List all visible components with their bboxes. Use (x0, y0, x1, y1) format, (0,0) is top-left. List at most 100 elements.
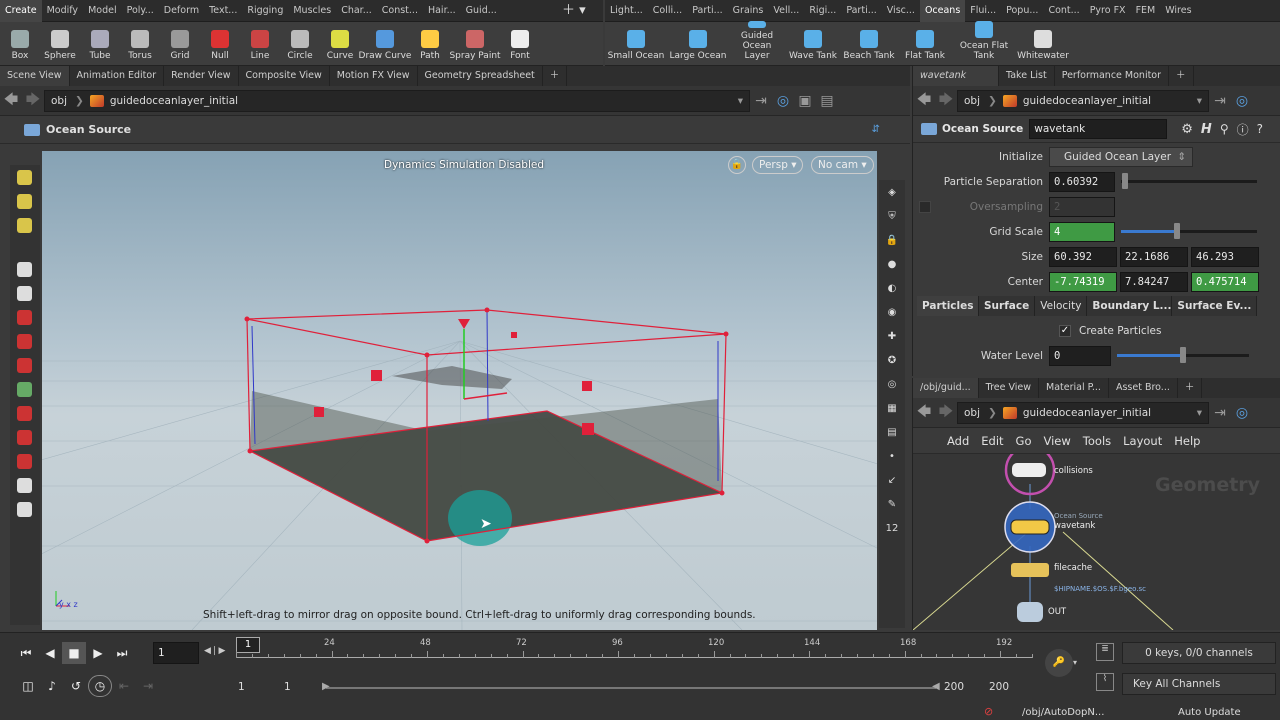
param-forward-icon[interactable]: 🡆 (935, 89, 957, 113)
param-tab[interactable]: wavetank (913, 66, 999, 86)
shelf-tool[interactable]: Large Ocean (667, 21, 729, 65)
shelf-tab-right[interactable]: Vell... (768, 0, 804, 22)
create-particles-checkbox[interactable]: ✓ (1059, 324, 1071, 337)
current-frame-marker[interactable]: 1 (236, 637, 260, 653)
param-tab[interactable]: Performance Monitor (1055, 66, 1170, 86)
info-icon[interactable]: ⓘ (1237, 121, 1249, 138)
shelf-tool[interactable]: Line (240, 21, 280, 65)
shelf-tab-right[interactable]: Parti... (687, 0, 727, 22)
shelf-tab-left[interactable]: Text... (204, 0, 242, 22)
left-tool-icon[interactable] (10, 165, 38, 189)
network-tab[interactable]: Tree View (979, 378, 1040, 398)
left-tool-icon[interactable] (10, 473, 38, 497)
viewer-tab[interactable]: Render View (164, 66, 239, 86)
jump-start-icon[interactable]: ⏮ (14, 642, 38, 664)
node-name-field[interactable]: wavetank (1029, 119, 1168, 139)
shelf-tab-right[interactable]: Flui... (965, 0, 1001, 22)
shelf-tool[interactable]: Whitewater (1015, 21, 1071, 65)
size-x-field[interactable]: 60.392 (1049, 246, 1117, 267)
grid-scale-slider[interactable] (1121, 223, 1257, 239)
particle-sep-slider[interactable] (1121, 173, 1257, 189)
shelf-tab-left[interactable]: Poly... (122, 0, 159, 22)
viewer-tab[interactable]: Scene View (0, 66, 70, 86)
node-wavetank-label[interactable]: wavetank (1054, 521, 1095, 531)
size-z-field[interactable]: 46.293 (1191, 246, 1259, 267)
display-icon[interactable]: ▣ (794, 93, 816, 109)
shelf-tab-right[interactable]: Colli... (648, 0, 687, 22)
help-h-icon[interactable]: H (1201, 122, 1212, 137)
shelf-add-icon[interactable]: ＋ ▾ (562, 0, 602, 22)
shelf-tool[interactable]: Ocean Flat Tank (953, 21, 1015, 65)
param-subtab[interactable]: Velocity (1035, 296, 1088, 316)
handle-options-icon[interactable]: ⇵ (872, 124, 880, 135)
param-path-field[interactable]: obj ❯ guidedoceanlayer_initial ▾ (957, 89, 1209, 112)
display-tool-icon[interactable]: ◉ (879, 300, 905, 324)
left-tool-icon[interactable] (10, 401, 38, 425)
node-collisions-label[interactable]: collisions (1054, 466, 1093, 476)
shelf-tab-left[interactable]: Hair... (423, 0, 461, 22)
viewport-3d[interactable]: Dynamics Simulation Disabled 🔒 Persp ▾ N… (42, 151, 877, 630)
left-tool-icon[interactable] (10, 377, 38, 401)
left-tool-icon[interactable] (10, 497, 38, 521)
next-key-icon[interactable]: ⇥ (136, 675, 160, 697)
net-pin-icon[interactable]: ⇥ (1209, 405, 1231, 421)
grid-scale-field[interactable]: 4 (1049, 221, 1115, 242)
shelf-tab-right[interactable]: Grains (728, 0, 769, 22)
shelf-tool[interactable]: Beach Tank (841, 21, 897, 65)
oversampling-toggle[interactable] (919, 200, 931, 213)
stop-icon[interactable]: ■ (62, 642, 86, 664)
left-tool-icon[interactable] (10, 281, 38, 305)
left-tool-icon[interactable] (10, 425, 38, 449)
shelf-tab-left[interactable]: Char... (336, 0, 377, 22)
viewer-tab[interactable]: Composite View (239, 66, 330, 86)
range-end-2[interactable]: 200 (989, 681, 1009, 693)
param-add-tab-icon[interactable]: ＋ (1169, 66, 1194, 86)
net-link-icon[interactable]: ◎ (1231, 405, 1253, 421)
left-tool-icon[interactable] (10, 213, 38, 237)
initialize-dropdown[interactable]: Guided Ocean Layer ⇕ (1049, 146, 1193, 167)
particle-sep-field[interactable]: 0.60392 (1049, 171, 1115, 192)
play-icon[interactable]: ▶ (86, 642, 110, 664)
range-start[interactable]: 1 (238, 681, 245, 693)
auto-update-menu[interactable]: Auto Update (1178, 707, 1241, 718)
shelf-tool[interactable]: Grid (160, 21, 200, 65)
display-tool-icon[interactable]: ◈ (879, 180, 905, 204)
range-start-2[interactable]: 1 (284, 681, 291, 693)
param-subtab[interactable]: Surface Ev... (1172, 296, 1258, 316)
key-menu-arrow-icon[interactable]: ▾ (1073, 658, 1077, 667)
timeline-ruler[interactable]: 1 24 48 72 96 120 144 168 192 (236, 637, 1033, 667)
node-filecache-label[interactable]: filecache (1054, 563, 1092, 573)
network-menu-item[interactable]: Edit (981, 434, 1003, 448)
left-tool-icon[interactable] (10, 189, 38, 213)
loop-icon[interactable]: ↺ (64, 675, 88, 697)
shelf-tool[interactable]: Draw Curve (359, 21, 411, 65)
clock-icon[interactable]: ◷ (88, 675, 112, 697)
display-tool-icon[interactable]: ⛨ (879, 204, 905, 228)
net-back-icon[interactable]: 🡄 (913, 401, 935, 425)
param-link-icon[interactable]: ◎ (1231, 93, 1253, 109)
viewer-tab[interactable]: Motion FX View (330, 66, 418, 86)
viewer-path-field[interactable]: obj ❯ guidedoceanlayer_initial ▾ (44, 89, 750, 112)
center-y-field[interactable]: 7.84247 (1120, 271, 1188, 292)
shelf-tool[interactable]: Spray Paint (449, 21, 501, 65)
size-y-field[interactable]: 22.1686 (1120, 246, 1188, 267)
range-right-handle-icon[interactable]: ◀ (932, 681, 940, 692)
curve-icon[interactable]: ⌇ (1096, 673, 1114, 691)
param-subtab[interactable]: Boundary L... (1087, 296, 1173, 316)
range-left-handle-icon[interactable]: ▶ (322, 681, 330, 692)
shelf-tool[interactable]: Guided Ocean Layer (729, 21, 785, 65)
param-pin-icon[interactable]: ⇥ (1209, 93, 1231, 109)
shelf-tool[interactable]: Curve (320, 21, 360, 65)
shelf-tab-right[interactable]: Popu... (1001, 0, 1043, 22)
shelf-tool[interactable]: Sphere (40, 21, 80, 65)
node-out-label[interactable]: OUT (1048, 607, 1066, 617)
center-x-field[interactable]: -7.74319 (1049, 271, 1117, 292)
help-icon[interactable]: ? (1257, 122, 1263, 136)
shelf-tab-right[interactable]: Visc... (882, 0, 920, 22)
shelf-tool[interactable]: Circle (280, 21, 320, 65)
param-tab[interactable]: Take List (999, 66, 1055, 86)
jump-end-icon[interactable]: ⏭ (110, 642, 134, 664)
shelf-tool[interactable]: Tube (80, 21, 120, 65)
param-back-icon[interactable]: 🡄 (913, 89, 935, 113)
range-slider[interactable] (326, 687, 936, 689)
